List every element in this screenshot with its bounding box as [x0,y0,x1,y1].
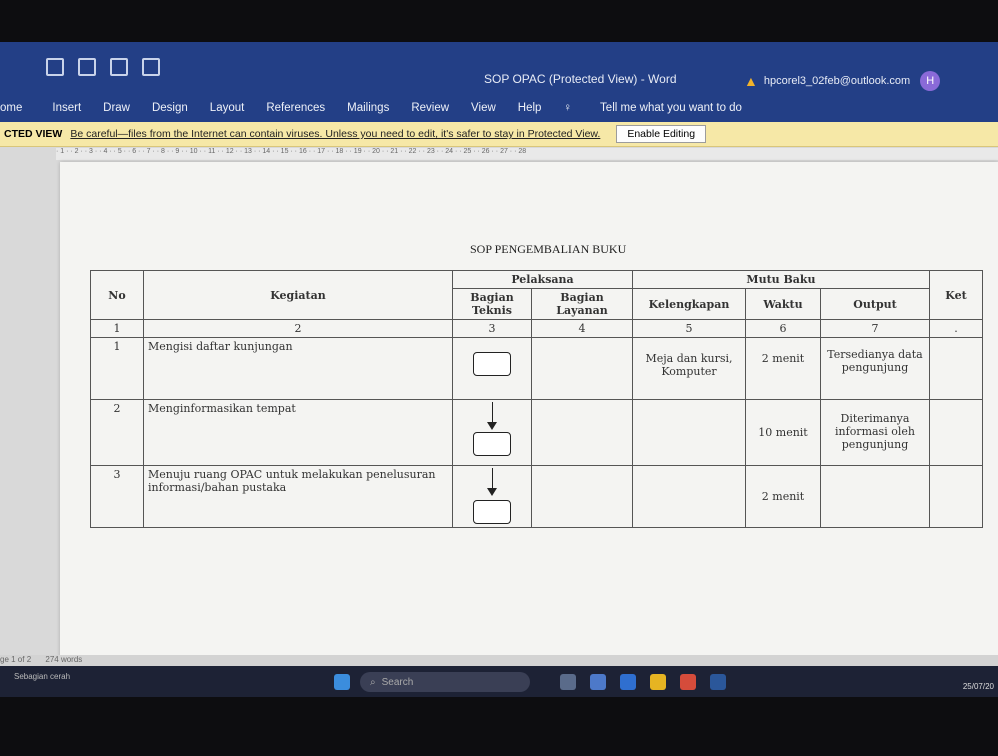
header-kelengkapan: Kelengkapan [632,288,746,320]
tab-layout[interactable]: Layout [210,102,245,114]
column-number: 2 [143,319,453,338]
header-pelaksana: Pelaksana [452,270,633,289]
avatar[interactable]: H [920,71,941,91]
process-box [473,500,511,524]
enable-editing-button[interactable]: Enable Editing [616,125,707,143]
row-output: Diterimanya informasi oleh pengunjung [820,399,930,466]
weather-text: Sebagian cerah [14,672,71,681]
row-output: Tersedianya data pengunjung [820,337,930,400]
search-label: Search [381,676,414,688]
quick-access-toolbar [46,58,160,78]
row-kegiatan: Menginformasikan tempat [143,399,453,466]
tell-me-text: Tell me what you want to do [600,102,742,114]
tab-design[interactable]: Design [152,102,188,114]
window-title: SOP OPAC (Protected View) - Word [484,72,677,86]
app-icon[interactable] [680,674,696,690]
protected-view-message[interactable]: Be careful—files from the Internet can c… [70,128,600,140]
header-no: No [90,270,144,320]
print-icon[interactable] [110,58,128,76]
account-area[interactable]: ▲ hpcorel3_02feb@outlook.com H [744,71,941,91]
taskbar-search[interactable]: ⌕ Search [360,672,530,692]
row-waktu: 10 menit [745,399,821,466]
row-waktu: 2 menit [745,337,821,400]
tab-mailings[interactable]: Mailings [347,102,389,114]
tab-review[interactable]: Review [411,102,449,114]
table-row: 2 Menginformasikan tempat 10 menit Diter… [90,399,983,466]
file-explorer-icon[interactable] [650,674,666,690]
header-mutu-baku: Mutu Baku [632,270,930,289]
header-kegiatan: Kegiatan [143,270,453,320]
column-number: 4 [531,319,633,338]
autosave-icon[interactable] [46,58,64,76]
table-row: 1 Mengisi daftar kunjungan Meja dan kurs… [90,337,983,400]
row-kelengkapan [632,399,746,466]
edge-icon[interactable] [620,674,636,690]
taskbar: Sebagian cerah ⌕ Search 25/07/20 [0,666,998,697]
lightbulb-icon: ♀ [563,102,573,114]
flow-cell [452,399,532,466]
row-kelengkapan [632,465,746,528]
flow-arrow [486,402,497,430]
row-kelengkapan: Meja dan kursi, Komputer [632,337,746,400]
row-no: 2 [90,399,144,466]
ribbon-tabs: ome Insert Draw Design Layout References… [0,94,998,122]
flow-cell [452,337,532,400]
clock-date[interactable]: 25/07/20 [963,682,994,691]
tab-help[interactable]: Help [518,102,542,114]
tell-me-search[interactable]: ♀ Tell me what you want to do [563,102,764,114]
new-doc-icon[interactable] [142,58,160,76]
row-no: 3 [90,465,144,528]
column-number: . [929,319,983,338]
row-no: 1 [90,337,144,400]
row-kegiatan: Mengisi daftar kunjungan [143,337,453,400]
horizontal-ruler[interactable]: · 1 · · 2 · · 3 · · 4 · · 5 · · 6 · · 7 … [56,148,998,160]
flow-cell [452,465,532,528]
table-row: 3 Menuju ruang OPAC untuk melakukan pene… [90,465,983,528]
widgets-icon[interactable] [590,674,606,690]
document-title: SOP PENGEMBALIAN BUKU [470,242,627,256]
protected-view-label: CTED VIEW [4,128,63,140]
header-bagian-teknis: Bagian Teknis [452,288,532,320]
header-ket: Ket [929,270,983,320]
header-waktu: Waktu [745,288,821,320]
word-icon[interactable] [710,674,726,690]
weather-widget[interactable]: Sebagian cerah [14,672,70,681]
document-page[interactable]: SOP PENGEMBALIAN BUKU No Kegiatan Pelaks… [60,162,998,697]
tab-view[interactable]: View [471,102,496,114]
column-number: 6 [745,319,821,338]
warning-icon: ▲ [744,73,758,89]
column-number: 7 [820,319,930,338]
account-email[interactable]: hpcorel3_02feb@outlook.com [764,75,910,87]
row-output [820,465,930,528]
windows-start-icon[interactable] [334,674,350,690]
header-output: Output [820,288,930,320]
column-number: 5 [632,319,746,338]
task-view-icon[interactable] [560,674,576,690]
header-bagian-layanan: Bagian Layanan [531,288,633,320]
row-waktu: 2 menit [745,465,821,528]
sop-table: No Kegiatan Pelaksana Mutu Baku Ket Bagi… [90,270,983,528]
screen: SOP OPAC (Protected View) - Word ▲ hpcor… [0,42,998,697]
protected-view-bar: CTED VIEW Be careful—files from the Inte… [0,122,998,147]
column-number: 1 [90,319,144,338]
save-icon[interactable] [78,58,96,76]
tab-references[interactable]: References [266,102,325,114]
title-bar: SOP OPAC (Protected View) - Word ▲ hpcor… [0,42,998,94]
column-number: 3 [452,319,532,338]
flow-arrow [486,468,497,496]
column-number-row: 1 2 3 4 5 6 7 . [90,319,983,338]
search-icon: ⌕ [370,676,376,688]
process-box [473,432,511,456]
tab-insert[interactable]: Insert [52,102,81,114]
word-count[interactable]: 274 words [45,655,82,664]
process-box [473,352,511,376]
page-count[interactable]: ge 1 of 2 [0,655,31,664]
tab-home[interactable]: ome [0,102,22,114]
row-kegiatan: Menuju ruang OPAC untuk melakukan penelu… [143,465,453,528]
tab-draw[interactable]: Draw [103,102,130,114]
